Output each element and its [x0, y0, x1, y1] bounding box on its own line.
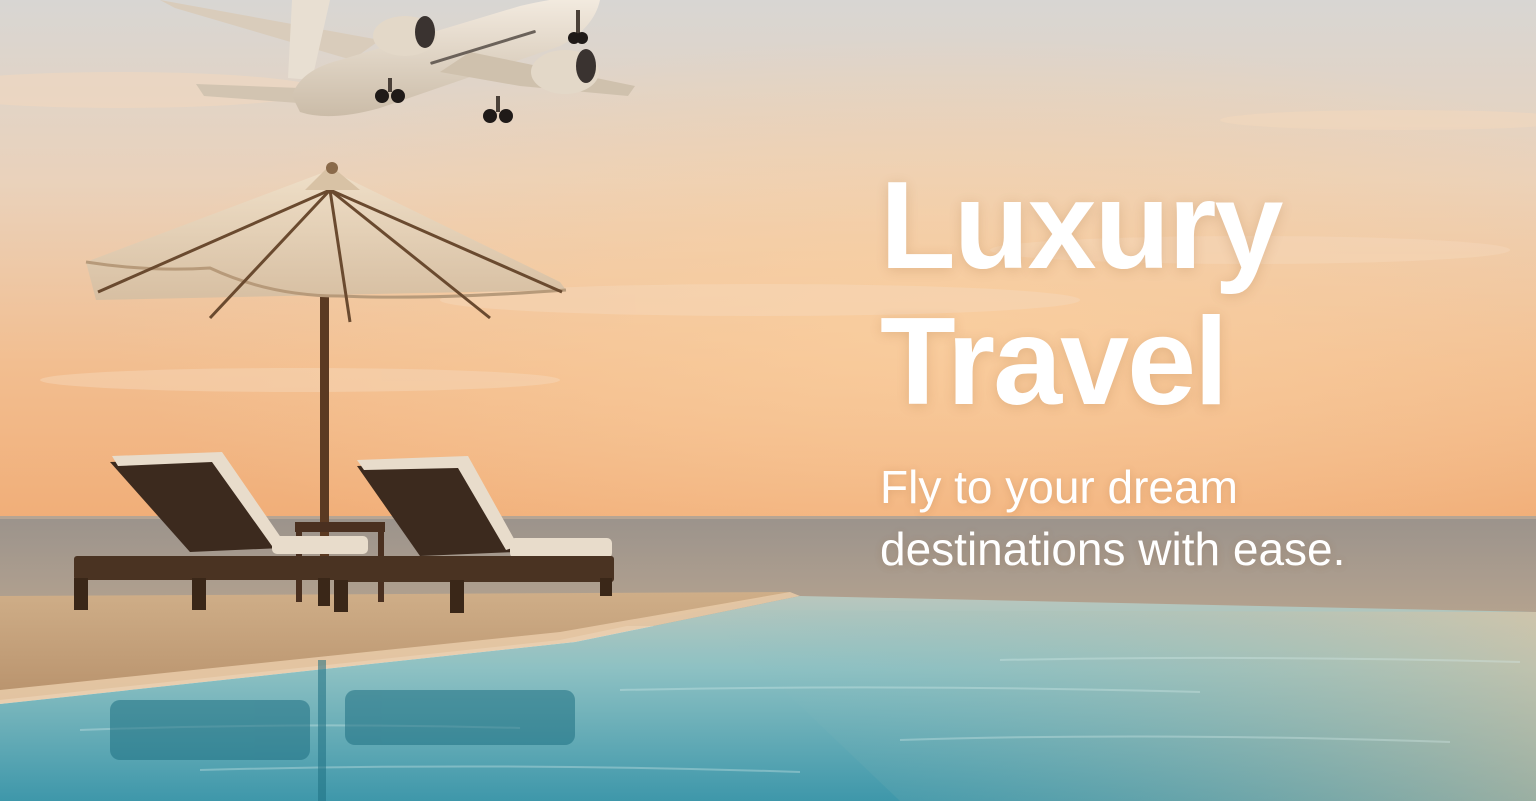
hero-subtitle-line-1: Fly to your dream	[880, 461, 1238, 513]
background-scene	[0, 0, 1536, 801]
hero-banner: Luxury Travel Fly to your dream destinat…	[0, 0, 1536, 801]
hero-title: Luxury Travel	[880, 157, 1283, 431]
hero-title-line-1: Luxury	[880, 157, 1283, 295]
hero-title-line-2: Travel	[880, 293, 1229, 431]
hero-subtitle: Fly to your dream destinations with ease…	[880, 456, 1345, 580]
hero-subtitle-line-2: destinations with ease.	[880, 523, 1346, 575]
